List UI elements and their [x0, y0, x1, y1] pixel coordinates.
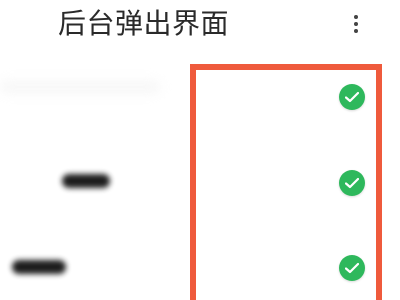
more-vertical-icon — [354, 15, 358, 33]
check-icon — [345, 262, 359, 274]
permission-toggle[interactable] — [339, 170, 365, 196]
check-icon — [345, 177, 359, 189]
permission-toggle[interactable] — [339, 84, 365, 110]
more-options-button[interactable] — [344, 8, 368, 40]
page-title: 后台弹出界面 — [58, 7, 230, 40]
blurred-text — [0, 82, 160, 92]
screen: 后台弹出界面 — [0, 0, 400, 300]
check-icon — [345, 91, 359, 103]
list-item-3[interactable] — [0, 236, 180, 284]
list-item-2[interactable] — [0, 150, 180, 198]
blurred-label — [62, 174, 110, 188]
blurred-label — [12, 260, 66, 274]
permission-toggle[interactable] — [339, 255, 365, 281]
list-item-1[interactable] — [0, 64, 180, 112]
